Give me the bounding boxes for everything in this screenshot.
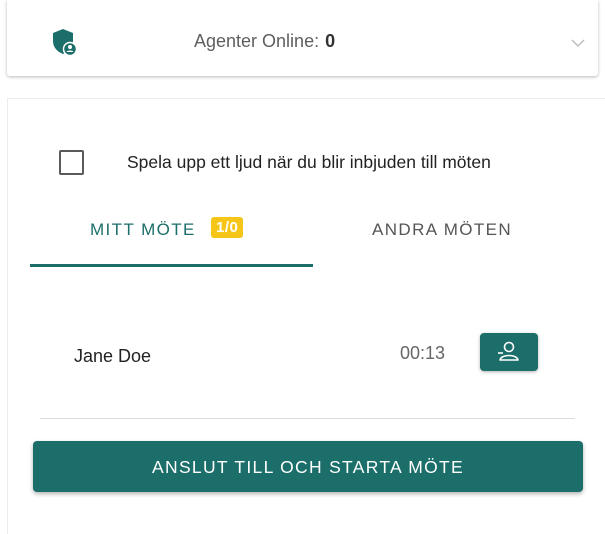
divider bbox=[40, 418, 575, 419]
meeting-count-badge: 1/0 bbox=[211, 217, 244, 238]
tab-other-meetings[interactable]: ANDRA MÖTEN bbox=[313, 220, 583, 264]
tab-my-meeting[interactable]: MITT MÖTE 1/0 bbox=[30, 217, 313, 267]
shield-person-icon bbox=[53, 29, 78, 57]
sound-notification-label: Spela upp ett ljud när du blir inbjuden … bbox=[127, 152, 491, 172]
chevron-down-icon[interactable] bbox=[569, 36, 587, 50]
invite-participant-button[interactable] bbox=[480, 333, 538, 371]
start-meeting-button[interactable]: ANSLUT TILL OCH STARTA MÖTE bbox=[33, 441, 583, 492]
start-meeting-label: ANSLUT TILL OCH STARTA MÖTE bbox=[152, 457, 464, 477]
participant-name: Jane Doe bbox=[74, 346, 152, 366]
tab-my-meeting-label: MITT MÖTE bbox=[90, 220, 196, 239]
agents-online-count: 0 bbox=[325, 31, 336, 51]
agents-online-label: Agenter Online: bbox=[194, 31, 320, 51]
invite-person-icon bbox=[498, 341, 519, 361]
agents-online-bar[interactable]: Agenter Online: 0 bbox=[7, 0, 598, 76]
tab-other-meetings-label: ANDRA MÖTEN bbox=[372, 220, 513, 239]
sound-notification-checkbox[interactable] bbox=[59, 150, 84, 175]
agents-online-status: Agenter Online: 0 bbox=[194, 31, 335, 52]
participant-wait-time: 00:13 bbox=[400, 343, 446, 363]
